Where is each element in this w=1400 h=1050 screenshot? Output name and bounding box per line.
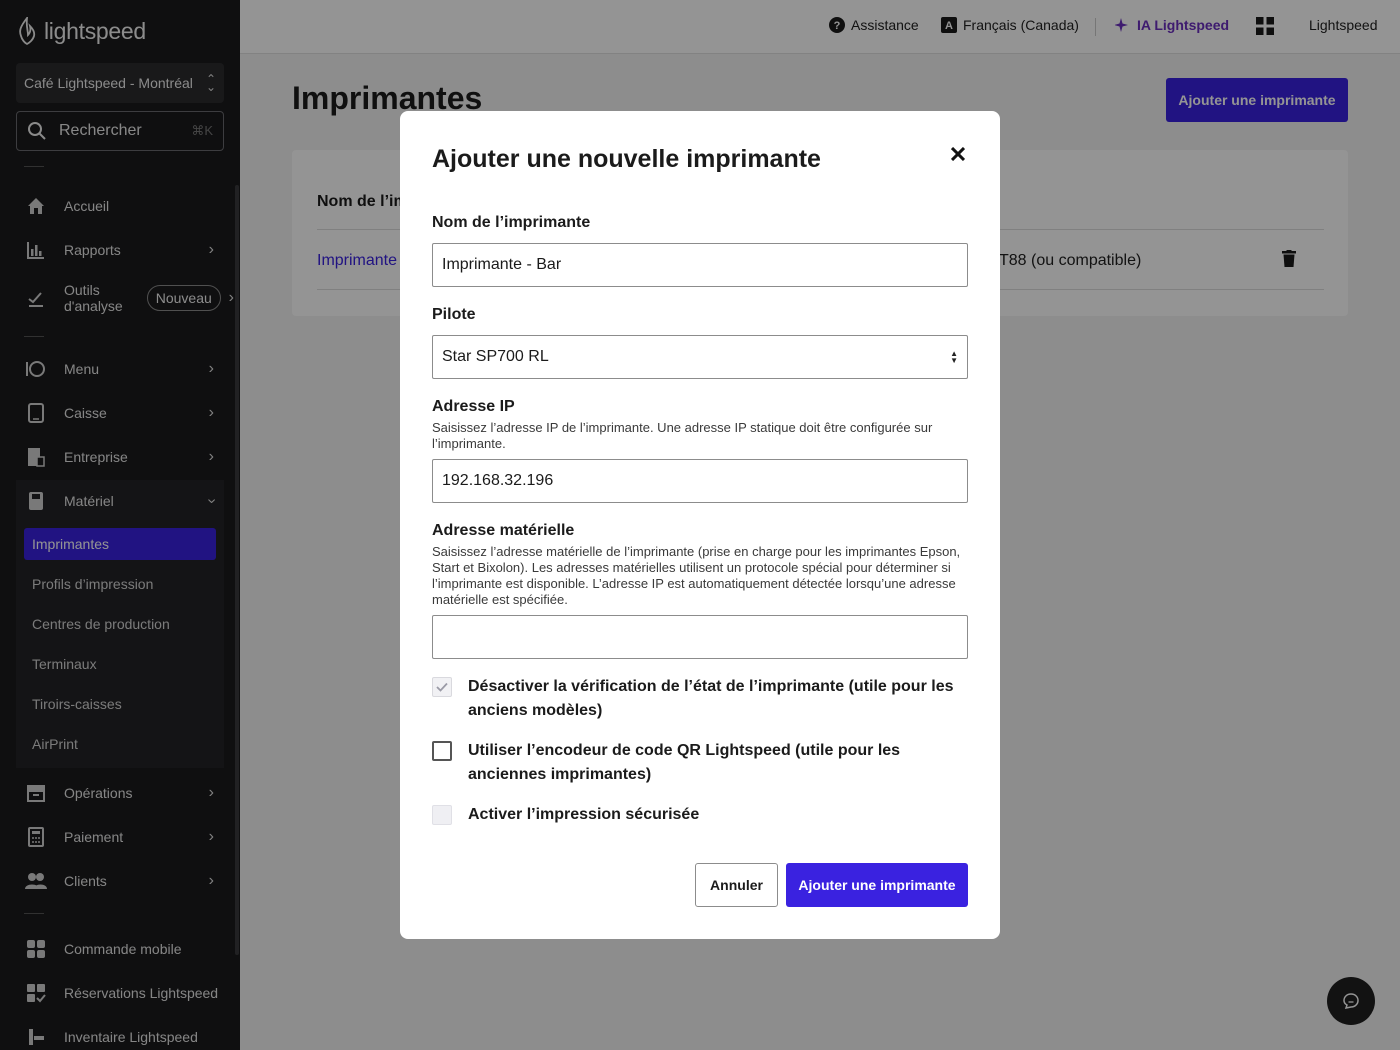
ip-address-input[interactable] bbox=[432, 459, 968, 503]
ip-help-text: Saisissez l’adresse IP de l’imprimante. … bbox=[432, 420, 933, 451]
disable-status-checkbox[interactable] bbox=[432, 677, 452, 697]
cancel-button[interactable]: Annuler bbox=[695, 863, 778, 907]
mac-label: Adresse matérielle bbox=[432, 522, 575, 539]
printer-name-label: Nom de l’imprimante bbox=[432, 214, 591, 231]
submit-add-printer-button[interactable]: Ajouter une imprimante bbox=[786, 863, 968, 907]
secure-print-check-row[interactable]: Activer l’impression sécurisée bbox=[432, 805, 968, 827]
driver-value: Star SP700 RL bbox=[442, 348, 549, 365]
ip-label: Adresse IP bbox=[432, 398, 515, 415]
qr-encoder-check-row[interactable]: Utiliser l’encodeur de code QR Lightspee… bbox=[432, 741, 968, 787]
mac-address-input[interactable] bbox=[432, 615, 968, 659]
secure-print-checkbox[interactable] bbox=[432, 805, 452, 825]
printer-name-input[interactable] bbox=[432, 243, 968, 287]
disable-status-label: Désactiver la vérification de l’état de … bbox=[468, 678, 954, 719]
driver-label: Pilote bbox=[432, 306, 476, 323]
dialog-title: Ajouter une nouvelle imprimante bbox=[432, 145, 821, 173]
updown-chevron-icon: ▲ ▼ bbox=[950, 349, 958, 365]
driver-select[interactable]: Star SP700 RL ▲ ▼ bbox=[432, 335, 968, 379]
qr-encoder-label: Utiliser l’encodeur de code QR Lightspee… bbox=[468, 742, 901, 783]
qr-encoder-checkbox[interactable] bbox=[432, 741, 452, 761]
add-printer-dialog: Ajouter une nouvelle imprimante Nom de l… bbox=[400, 111, 1000, 939]
check-icon bbox=[436, 682, 448, 692]
disable-status-check-row[interactable]: Désactiver la vérification de l’état de … bbox=[432, 677, 968, 723]
mac-help-text: Saisissez l’adresse matérielle de l’impr… bbox=[432, 544, 961, 607]
secure-print-label: Activer l’impression sécurisée bbox=[468, 806, 700, 823]
close-icon[interactable] bbox=[946, 142, 970, 166]
